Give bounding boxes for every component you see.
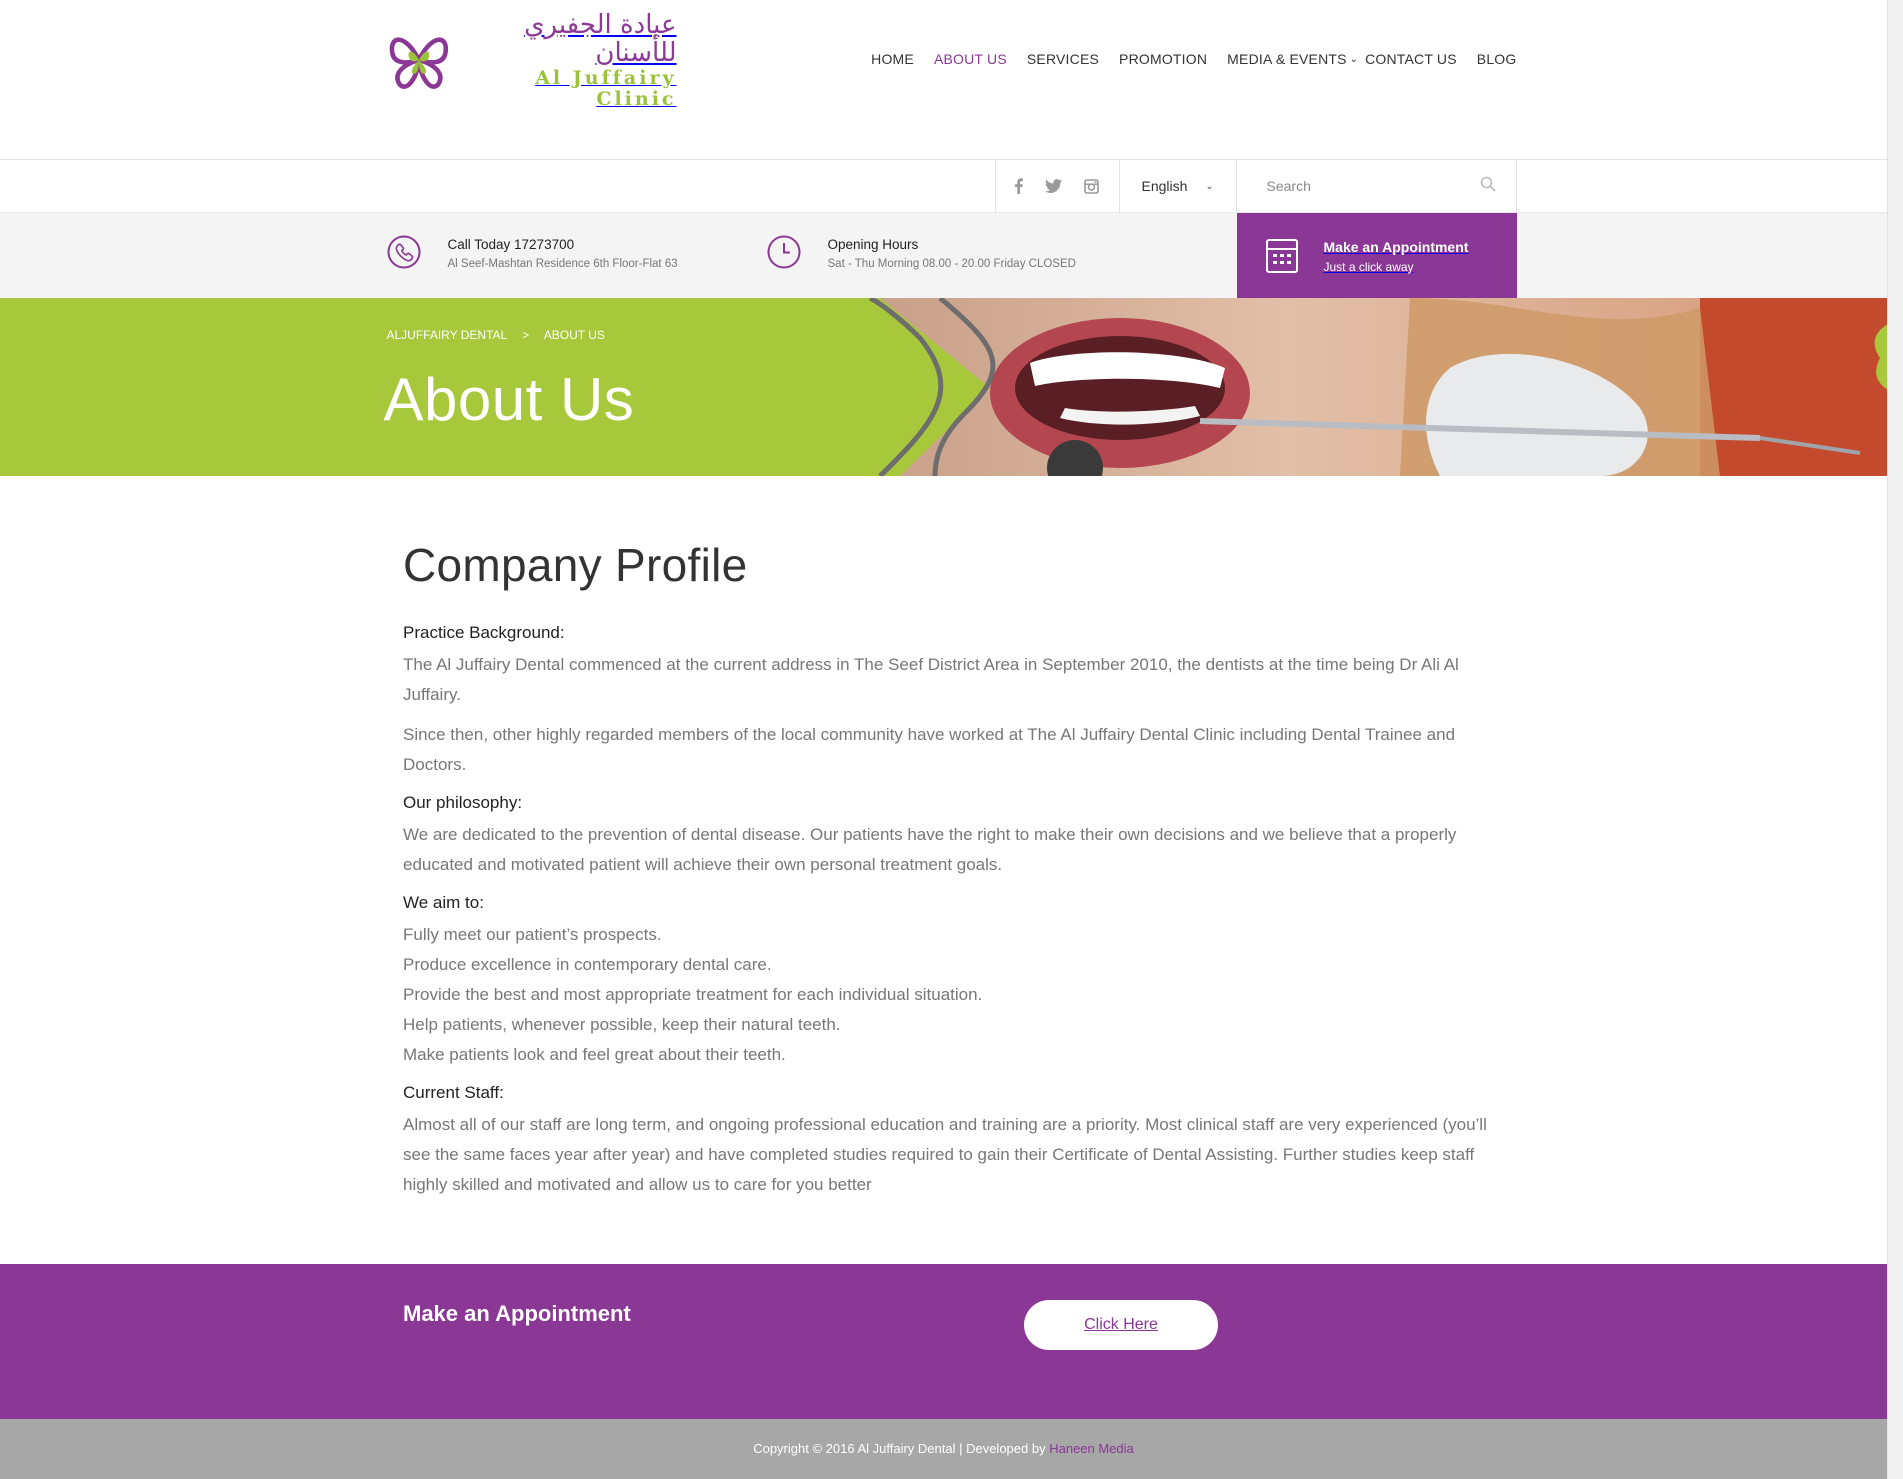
- search-icon[interactable]: [1480, 176, 1496, 197]
- language-label: English: [1141, 178, 1188, 194]
- developer-link[interactable]: Haneen Media: [1049, 1441, 1134, 1456]
- call-info: Call Today 17273700 Al Seef-Mashtan Resi…: [387, 235, 678, 270]
- opening-hours-info: Opening Hours Sat - Thu Morning 08.00 - …: [767, 235, 1076, 270]
- copyright-text: Copyright © 2016 Al Juffairy Dental | De…: [753, 1441, 1046, 1456]
- utility-bar: English ⌄: [0, 160, 1903, 212]
- nav-about-us[interactable]: ABOUT US: [924, 50, 1017, 68]
- chevron-down-icon: ⌄: [1205, 180, 1214, 192]
- nav-blog[interactable]: BLOG: [1467, 50, 1517, 68]
- site-header: عيادة الجفيري للأسنان Al Juffairy Clinic…: [0, 0, 1903, 160]
- butterfly-logo-icon: [389, 37, 448, 89]
- current-staff-heading: Current Staff:: [403, 1083, 504, 1102]
- appointment-subtitle: Just a click away: [1323, 259, 1414, 274]
- aims-list-item: Help patients, whenever possible, keep t…: [403, 1015, 841, 1034]
- social-links: [996, 160, 1120, 212]
- main-content: Company Profile Practice Background: The…: [0, 476, 1903, 1200]
- aims-list-item: Provide the best and most appropriate tr…: [403, 985, 983, 1004]
- nav-media-events[interactable]: MEDIA & EVENTS: [1217, 50, 1347, 68]
- search-box: [1237, 160, 1517, 212]
- clock-icon: [767, 235, 800, 269]
- calendar-icon: [1265, 239, 1298, 273]
- current-staff-paragraph: Almost all of our staff are long term, a…: [403, 1115, 1487, 1194]
- instagram-icon[interactable]: [1083, 178, 1099, 194]
- philosophy-paragraph: We are dedicated to the prevention of de…: [403, 825, 1457, 874]
- site-footer: Copyright © 2016 Al Juffairy Dental | De…: [0, 1419, 1887, 1479]
- practice-background-heading: Practice Background:: [403, 623, 565, 642]
- opening-hours-text: Sat - Thu Morning 08.00 - 20.00 Friday C…: [827, 258, 1076, 270]
- chevron-down-icon[interactable]: ⌄: [1350, 54, 1358, 65]
- breadcrumb-home-link[interactable]: ALJUFFAIRY DENTAL: [387, 328, 507, 342]
- page-banner: ALJUFFAIRY DENTAL > ABOUT US About Us: [0, 298, 1903, 476]
- appointment-title: Make an Appointment: [1323, 238, 1469, 255]
- breadcrumb-current: ABOUT US: [543, 328, 605, 342]
- page-title: About Us: [383, 366, 635, 433]
- language-selector[interactable]: English ⌄: [1120, 160, 1237, 212]
- appointment-cta-title: Make an Appointment: [403, 1301, 631, 1326]
- facebook-icon[interactable]: [1014, 178, 1023, 194]
- info-strip: Call Today 17273700 Al Seef-Mashtan Resi…: [0, 212, 1903, 299]
- aims-list: Fully meet our patient’s prospects. Prod…: [403, 920, 1488, 1070]
- breadcrumb-separator: >: [522, 328, 530, 342]
- company-profile-heading: Company Profile: [403, 539, 748, 591]
- nav-promotion[interactable]: PROMOTION: [1109, 50, 1217, 68]
- aims-heading: We aim to:: [403, 893, 484, 912]
- site-logo[interactable]: عيادة الجفيري للأسنان Al Juffairy Clinic: [387, 10, 677, 109]
- appointment-cta-band: Make an Appointment Click Here: [0, 1264, 1887, 1419]
- page-scrollbar[interactable]: [1887, 0, 1903, 1479]
- practice-background-paragraph: The Al Juffairy Dental commenced at the …: [403, 655, 1459, 704]
- philosophy-heading: Our philosophy:: [403, 793, 523, 812]
- nav-services[interactable]: SERVICES: [1017, 50, 1109, 68]
- breadcrumb: ALJUFFAIRY DENTAL > ABOUT US: [387, 328, 605, 342]
- twitter-icon[interactable]: [1044, 179, 1062, 193]
- practice-background-paragraph-2: Since then, other highly regarded member…: [403, 725, 1456, 774]
- aims-list-item: Fully meet our patient’s prospects.: [403, 925, 662, 944]
- call-title: Call Today 17273700: [447, 237, 575, 252]
- nav-contact-us[interactable]: CONTACT US: [1358, 50, 1467, 68]
- opening-hours-title: Opening Hours: [827, 237, 919, 252]
- make-appointment-box[interactable]: Make an Appointment Just a click away: [1236, 213, 1517, 299]
- main-navigation: HOME ABOUT US SERVICES PROMOTION MEDIA &…: [861, 50, 1516, 68]
- phone-icon: [387, 235, 420, 269]
- logo-english-text: Al Juffairy Clinic: [535, 66, 677, 110]
- search-input[interactable]: [1266, 178, 1480, 194]
- call-address: Al Seef-Mashtan Residence 6th Floor-Flat…: [447, 258, 678, 270]
- aims-list-item: Make patients look and feel great about …: [403, 1045, 786, 1064]
- nav-home[interactable]: HOME: [861, 50, 924, 68]
- aims-list-item: Produce excellence in contemporary denta…: [403, 955, 772, 974]
- click-here-button[interactable]: Click Here: [1024, 1300, 1218, 1350]
- logo-arabic-text: عيادة الجفيري للأسنان: [524, 9, 677, 69]
